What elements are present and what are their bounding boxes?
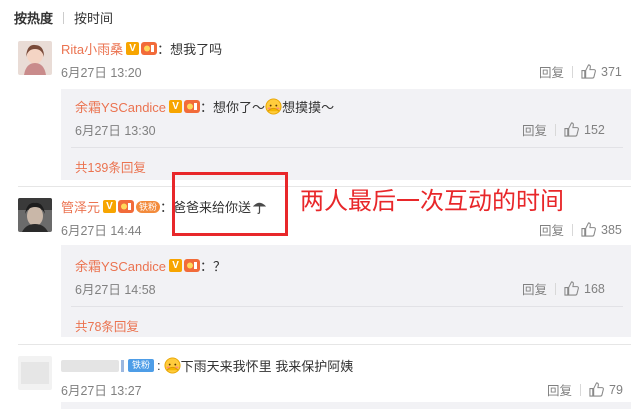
- annotation-text: 两人最后一次互动的时间: [300, 188, 564, 215]
- like-icon[interactable]: [564, 281, 579, 296]
- comment-time: 6月27日 13:27: [61, 384, 142, 398]
- username-bar: [121, 359, 124, 372]
- level-badge-icon: [141, 42, 158, 55]
- comment-line: Rita小雨桑 V ：想我了吗: [61, 39, 222, 58]
- reply-actions: 回复 168: [522, 279, 605, 298]
- divider: [71, 306, 623, 307]
- like-count: 152: [584, 122, 605, 137]
- like-icon[interactable]: [581, 64, 596, 79]
- sort-by-time[interactable]: 按时间: [74, 8, 113, 27]
- like-count: 168: [584, 281, 605, 296]
- vip-badge-icon: V: [169, 100, 183, 113]
- avatar-image: [18, 198, 52, 232]
- username-link[interactable]: 余霜YSCandice: [75, 256, 166, 275]
- reply-button[interactable]: 回复: [539, 220, 564, 239]
- level-badge-icon: [118, 200, 135, 213]
- like-count: 385: [601, 222, 622, 237]
- avatar[interactable]: [18, 356, 52, 390]
- username-redacted: [61, 359, 119, 372]
- vip-badge-icon: V: [126, 42, 140, 55]
- avatar[interactable]: [18, 198, 52, 232]
- reply-line: 余霜YSCandice V ：想你了～ 想摸摸～: [75, 97, 334, 116]
- level-badge-icon: [184, 259, 201, 272]
- reply-text: ：想你了～: [200, 100, 266, 115]
- colon-text: :: [157, 358, 161, 373]
- reply-button[interactable]: 回复: [522, 120, 547, 139]
- more-replies-link[interactable]: 共139条回复: [75, 157, 146, 176]
- reply-actions: 回复 152: [522, 120, 605, 139]
- like-icon[interactable]: [564, 122, 579, 137]
- avatar-image: [18, 41, 52, 75]
- vip-badge-icon: V: [103, 200, 117, 213]
- divider: [555, 123, 557, 136]
- comment-actions: 回复 79: [547, 380, 623, 399]
- fan-badge: 铁粉: [136, 200, 161, 213]
- divider: [18, 344, 631, 345]
- like-icon[interactable]: [581, 222, 596, 237]
- annotation-highlight-box: [172, 172, 288, 236]
- comment-actions: 回复 385: [539, 220, 622, 239]
- comment-actions: 回复 371: [539, 62, 622, 81]
- avatar-image: [18, 356, 52, 390]
- divider: [572, 65, 574, 78]
- sort-bar: 按热度 按时间: [14, 8, 113, 27]
- reply-button[interactable]: 回复: [522, 279, 547, 298]
- username-link[interactable]: 余霜YSCandice: [75, 97, 166, 116]
- divider: [71, 147, 623, 148]
- comment-time: 6月27日 14:44: [61, 224, 142, 238]
- reply-line: 余霜YSCandice V ：？: [75, 256, 226, 275]
- like-icon[interactable]: [589, 382, 604, 397]
- username-link[interactable]: 管泽元: [61, 197, 100, 216]
- reply-box: [61, 402, 631, 409]
- shy-emoji-icon: [164, 357, 181, 374]
- level-badge-icon: [184, 100, 201, 113]
- reply-time: 6月27日 14:58: [75, 283, 156, 297]
- avatar[interactable]: [18, 41, 52, 75]
- like-count: 371: [601, 64, 622, 79]
- reply-button[interactable]: 回复: [539, 62, 564, 81]
- comment-text: ：想我了吗: [157, 42, 223, 57]
- divider: [580, 383, 582, 396]
- divider: [63, 11, 65, 24]
- shy-emoji-icon: [265, 98, 282, 115]
- reply-time: 6月27日 13:30: [75, 124, 156, 138]
- sort-by-hot[interactable]: 按热度: [14, 8, 53, 27]
- comment-time: 6月27日 13:20: [61, 66, 142, 80]
- divider: [555, 282, 557, 295]
- divider: [572, 223, 574, 236]
- vip-badge-icon: V: [169, 259, 183, 272]
- comment-text: 下雨天来我怀里 我来保护阿姨: [180, 359, 354, 374]
- reply-button[interactable]: 回复: [547, 380, 572, 399]
- reply-text-cont: 想摸摸～: [282, 100, 335, 115]
- reply-text: ：？: [200, 259, 227, 274]
- like-count: 79: [609, 382, 623, 397]
- fan-badge: 铁粉: [128, 359, 155, 372]
- username-link[interactable]: Rita小雨桑: [61, 39, 123, 58]
- comment-line: 铁粉 : 下雨天来我怀里 我来保护阿姨: [61, 356, 353, 375]
- more-replies-link[interactable]: 共78条回复: [75, 316, 139, 335]
